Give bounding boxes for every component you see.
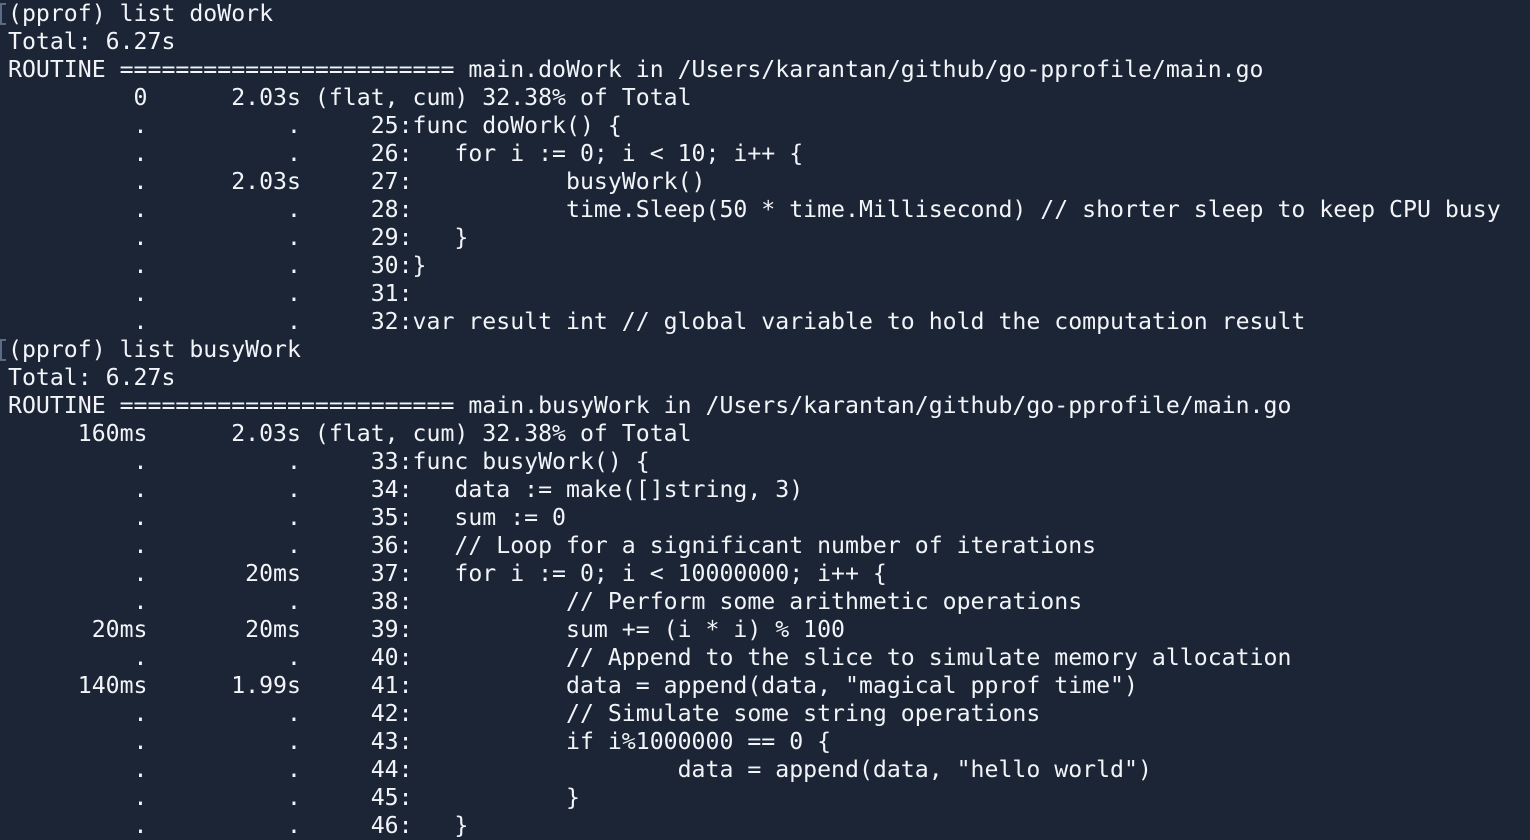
output-line: 140ms 1.99s 41: data = append(data, "mag… [0,672,1530,700]
output-text: 20ms 20ms 39: sum += (i * i) % 100 [8,617,846,643]
output-text: . . 33:func busyWork() { [8,449,650,475]
output-line: . . 35: sum := 0 [0,504,1530,532]
output-text: . . 25:func doWork() { [8,113,622,139]
output-text: . . 38: // Perform some arithmetic opera… [8,589,1083,615]
output-line: 0 2.03s (flat, cum) 32.38% of Total [0,84,1530,112]
prompt-command-text: (pprof) list busyWork [8,337,301,363]
output-text: . 2.03s 27: busyWork() [8,169,706,195]
output-text: . . 28: time.Sleep(50 * time.Millisecond… [8,197,1501,223]
output-text: . . 34: data := make([]string, 3) [8,477,804,503]
output-text: . . 45: } [8,785,580,811]
output-text: . . 42: // Simulate some string operatio… [8,701,1041,727]
output-line: Total: 6.27s [0,364,1530,392]
output-line: ROUTINE ======================== main.bu… [0,392,1530,420]
output-line: . . 30:} [0,252,1530,280]
output-line: . . 43: if i%1000000 == 0 { [0,728,1530,756]
output-line: 20ms 20ms 39: sum += (i * i) % 100 [0,616,1530,644]
output-text: . . 29: } [8,225,469,251]
output-text: Total: 6.27s [8,29,176,55]
prompt-marker-icon [0,339,6,361]
output-line: . . 29: } [0,224,1530,252]
output-line: . . 36: // Loop for a significant number… [0,532,1530,560]
output-line: . . 46: } [0,812,1530,840]
output-line: . . 45: } [0,784,1530,812]
output-line: . 20ms 37: for i := 0; i < 10000000; i++… [0,560,1530,588]
output-text: . . 32:var result int // global variable… [8,309,1306,335]
output-line: . . 32:var result int // global variable… [0,308,1530,336]
output-text: . . 40: // Append to the slice to simula… [8,645,1292,671]
output-text: . . 26: for i := 0; i < 10; i++ { [8,141,804,167]
prompt-line: (pprof) list doWork [0,0,1530,28]
terminal-window[interactable]: (pprof) list doWork Total: 6.27s ROUTINE =… [0,0,1530,840]
output-line: . . 44: data = append(data, "hello world… [0,756,1530,784]
prompt-command-text: (pprof) list doWork [8,1,274,27]
output-text: . . 31: [8,281,413,307]
output-text: . . 44: data = append(data, "hello world… [8,757,1152,783]
output-line: ROUTINE ======================== main.do… [0,56,1530,84]
output-line: . . 31: [0,280,1530,308]
output-line: . . 34: data := make([]string, 3) [0,476,1530,504]
output-line: . . 38: // Perform some arithmetic opera… [0,588,1530,616]
output-text: ROUTINE ======================== main.do… [8,57,1264,83]
output-line: 160ms 2.03s (flat, cum) 32.38% of Total [0,420,1530,448]
output-text: ROUTINE ======================== main.bu… [8,393,1292,419]
prompt-line: (pprof) list busyWork [0,336,1530,364]
output-text: 0 2.03s (flat, cum) 32.38% of Total [8,85,692,111]
output-text: . . 46: } [8,813,469,839]
output-line: . . 25:func doWork() { [0,112,1530,140]
output-line: . . 33:func busyWork() { [0,448,1530,476]
output-line: . 2.03s 27: busyWork() [0,168,1530,196]
output-text: . . 36: // Loop for a significant number… [8,533,1097,559]
output-text: 140ms 1.99s 41: data = append(data, "mag… [8,673,1138,699]
output-text: . . 30:} [8,253,427,279]
prompt-marker-icon [0,3,6,25]
output-text: 160ms 2.03s (flat, cum) 32.38% of Total [8,421,692,447]
output-line: . . 26: for i := 0; i < 10; i++ { [0,140,1530,168]
output-text: . 20ms 37: for i := 0; i < 10000000; i++… [8,561,887,587]
output-line: Total: 6.27s [0,28,1530,56]
output-line: . . 42: // Simulate some string operatio… [0,700,1530,728]
output-line: . . 28: time.Sleep(50 * time.Millisecond… [0,196,1530,224]
output-text: Total: 6.27s [8,365,176,391]
output-text: . . 43: if i%1000000 == 0 { [8,729,832,755]
output-line: . . 40: // Append to the slice to simula… [0,644,1530,672]
output-text: . . 35: sum := 0 [8,505,567,531]
